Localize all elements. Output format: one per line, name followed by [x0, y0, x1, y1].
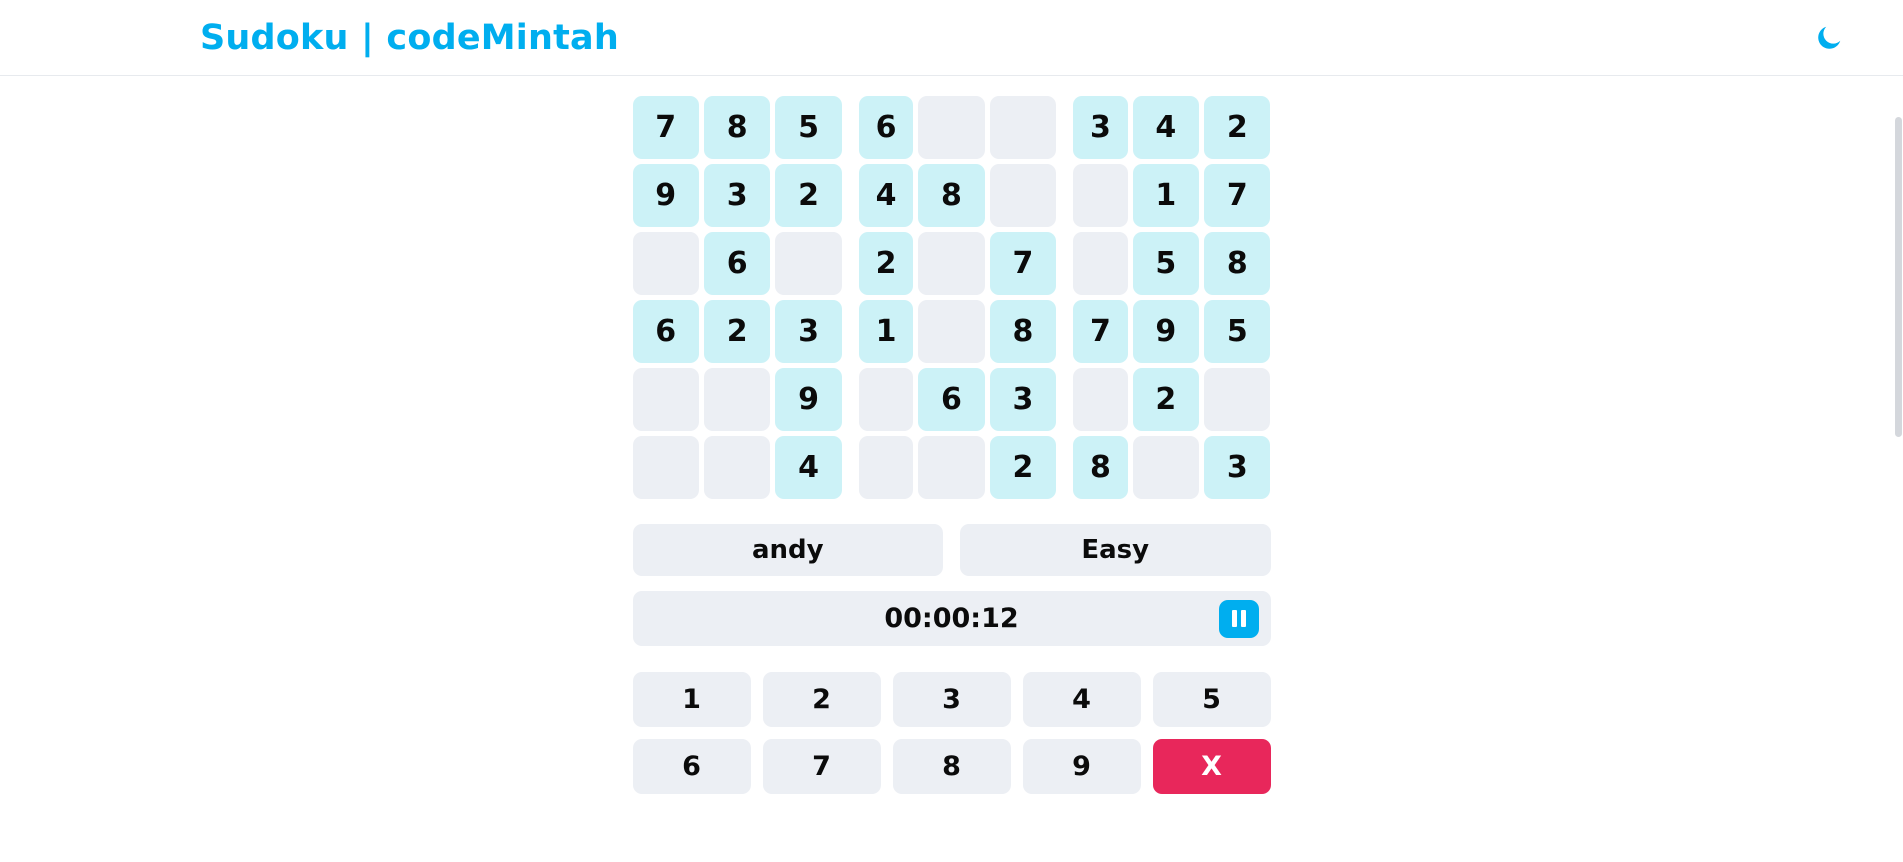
- sudoku-cell-r6c4[interactable]: [858, 436, 914, 499]
- sudoku-cell-r1c8[interactable]: 4: [1132, 96, 1200, 159]
- sudoku-cell-r5c3[interactable]: 9: [775, 368, 842, 431]
- theme-toggle-button[interactable]: [1807, 16, 1851, 60]
- sudoku-board[interactable]: 78563429324817627586231879596324283: [632, 96, 1271, 499]
- sudoku-cell-r2c1[interactable]: 9: [632, 164, 699, 227]
- sudoku-cell-r5c6[interactable]: 3: [989, 368, 1057, 431]
- numpad-key-3[interactable]: 3: [892, 672, 1011, 727]
- sudoku-cell-r1c3[interactable]: 5: [775, 96, 842, 159]
- difficulty-button[interactable]: Easy: [960, 524, 1271, 576]
- sudoku-cell-r5c9[interactable]: [1204, 368, 1271, 431]
- sudoku-cell-r4c2[interactable]: 2: [703, 300, 771, 363]
- pause-button[interactable]: [1218, 599, 1259, 638]
- sudoku-cell-r5c1[interactable]: [632, 368, 699, 431]
- numpad-key-4[interactable]: 4: [1022, 672, 1141, 727]
- sudoku-cell-r2c8[interactable]: 1: [1132, 164, 1200, 227]
- erase-button[interactable]: X: [1152, 739, 1271, 794]
- sudoku-cell-r3c6[interactable]: 7: [989, 232, 1057, 295]
- page-scrollbar[interactable]: [1894, 77, 1903, 862]
- player-name-button[interactable]: andy: [632, 524, 943, 576]
- game-meta-row: andy Easy: [632, 524, 1271, 576]
- sudoku-cell-r3c5[interactable]: [918, 232, 985, 295]
- sudoku-cell-r6c3[interactable]: 4: [775, 436, 842, 499]
- sudoku-cell-r3c9[interactable]: 8: [1204, 232, 1271, 295]
- sudoku-cell-r4c9[interactable]: 5: [1204, 300, 1271, 363]
- sudoku-cell-r2c2[interactable]: 3: [703, 164, 771, 227]
- sudoku-cell-r4c5[interactable]: [918, 300, 985, 363]
- sudoku-cell-r1c2[interactable]: 8: [703, 96, 771, 159]
- page-title: Sudoku | codeMintah: [200, 17, 619, 58]
- numpad-key-8[interactable]: 8: [892, 739, 1011, 794]
- timer-row: 00:00:12: [632, 591, 1271, 646]
- sudoku-cell-r2c4[interactable]: 4: [858, 164, 914, 227]
- sudoku-cell-r3c8[interactable]: 5: [1132, 232, 1200, 295]
- main-content: 78563429324817627586231879596324283 andy…: [0, 76, 1903, 862]
- sudoku-cell-r6c9[interactable]: 3: [1204, 436, 1271, 499]
- pause-icon-bar-2: [1240, 610, 1246, 627]
- sudoku-cell-r1c1[interactable]: 7: [632, 96, 699, 159]
- numpad-key-9[interactable]: 9: [1022, 739, 1141, 794]
- sudoku-cell-r3c3[interactable]: [775, 232, 842, 295]
- numpad-key-6[interactable]: 6: [632, 739, 751, 794]
- sudoku-cell-r1c6[interactable]: [989, 96, 1057, 159]
- sudoku-cell-r1c7[interactable]: 3: [1073, 96, 1128, 159]
- number-pad[interactable]: 12345 6789X: [632, 672, 1271, 794]
- sudoku-cell-r2c7[interactable]: [1073, 164, 1128, 227]
- sudoku-cell-r4c4[interactable]: 1: [858, 300, 914, 363]
- sudoku-cell-r1c9[interactable]: 2: [1204, 96, 1271, 159]
- sudoku-cell-r1c5[interactable]: [918, 96, 985, 159]
- sudoku-cell-r4c6[interactable]: 8: [989, 300, 1057, 363]
- game-column: 78563429324817627586231879596324283 andy…: [632, 96, 1271, 862]
- app-header: Sudoku | codeMintah: [0, 0, 1903, 76]
- sudoku-cell-r6c5[interactable]: [918, 436, 985, 499]
- numpad-key-5[interactable]: 5: [1152, 672, 1271, 727]
- sudoku-cell-r4c7[interactable]: 7: [1073, 300, 1128, 363]
- sudoku-cell-r5c7[interactable]: [1073, 368, 1128, 431]
- sudoku-cell-r5c4[interactable]: [858, 368, 914, 431]
- sudoku-cell-r4c3[interactable]: 3: [775, 300, 842, 363]
- sudoku-cell-r2c3[interactable]: 2: [775, 164, 842, 227]
- numpad-key-7[interactable]: 7: [762, 739, 881, 794]
- sudoku-cell-r5c2[interactable]: [703, 368, 771, 431]
- sudoku-cell-r3c1[interactable]: [632, 232, 699, 295]
- sudoku-cell-r6c2[interactable]: [703, 436, 771, 499]
- sudoku-cell-r4c1[interactable]: 6: [632, 300, 699, 363]
- sudoku-cell-r5c8[interactable]: 2: [1132, 368, 1200, 431]
- numpad-key-2[interactable]: 2: [762, 672, 881, 727]
- pause-icon: [1231, 610, 1237, 627]
- sudoku-cell-r2c6[interactable]: [989, 164, 1057, 227]
- sudoku-cell-r6c6[interactable]: 2: [989, 436, 1057, 499]
- sudoku-cell-r2c5[interactable]: 8: [918, 164, 985, 227]
- sudoku-cell-r4c8[interactable]: 9: [1132, 300, 1200, 363]
- sudoku-cell-r2c9[interactable]: 7: [1204, 164, 1271, 227]
- scrollbar-thumb[interactable]: [1895, 117, 1902, 437]
- moon-icon: [1814, 23, 1844, 53]
- timer-display: 00:00:12: [884, 603, 1019, 634]
- sudoku-cell-r3c2[interactable]: 6: [703, 232, 771, 295]
- sudoku-cell-r3c4[interactable]: 2: [858, 232, 914, 295]
- sudoku-cell-r6c1[interactable]: [632, 436, 699, 499]
- sudoku-cell-r1c4[interactable]: 6: [858, 96, 914, 159]
- sudoku-cell-r6c8[interactable]: [1132, 436, 1200, 499]
- sudoku-cell-r6c7[interactable]: 8: [1073, 436, 1128, 499]
- sudoku-cell-r5c5[interactable]: 6: [918, 368, 985, 431]
- sudoku-cell-r3c7[interactable]: [1073, 232, 1128, 295]
- numpad-key-1[interactable]: 1: [632, 672, 751, 727]
